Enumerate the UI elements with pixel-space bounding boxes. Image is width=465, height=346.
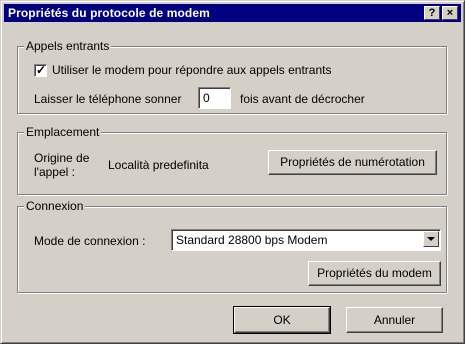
cancel-button[interactable]: Annuler bbox=[346, 307, 443, 333]
call-origin-value: Località predefinita bbox=[108, 158, 209, 172]
title-bar[interactable]: Propriétés du protocole de modem ? × bbox=[4, 4, 461, 22]
rings-label-after: fois avant de décrocher bbox=[240, 92, 365, 106]
connection-mode-label: Mode de connexion : bbox=[34, 234, 146, 248]
ok-button[interactable]: OK bbox=[233, 306, 331, 334]
window-title: Propriétés du protocole de modem bbox=[8, 6, 210, 20]
connection-mode-dropdown[interactable]: Standard 28800 bps Modem bbox=[171, 229, 441, 251]
call-origin-label-line1: Origine de bbox=[34, 151, 90, 165]
call-origin-label-line2: l'appel : bbox=[34, 165, 75, 179]
dialing-properties-button[interactable]: Propriétés de numérotation bbox=[268, 150, 437, 175]
connection-mode-value: Standard 28800 bps Modem bbox=[176, 233, 328, 247]
rings-count-input[interactable]: 0 bbox=[198, 87, 231, 109]
answer-calls-checkbox[interactable]: ✓ bbox=[34, 63, 47, 77]
checkmark-icon: ✓ bbox=[36, 63, 47, 77]
answer-calls-label[interactable]: Utiliser le modem pour répondre aux appe… bbox=[52, 63, 331, 77]
rings-label-before: Laisser le téléphone sonner bbox=[34, 92, 182, 106]
location-group: Emplacement Origine de l'appel : Localit… bbox=[17, 125, 447, 195]
close-button[interactable]: × bbox=[442, 6, 458, 20]
location-legend: Emplacement bbox=[24, 125, 102, 139]
connection-group: Connexion Mode de connexion : Standard 2… bbox=[17, 199, 447, 293]
connection-legend: Connexion bbox=[24, 199, 86, 213]
incoming-calls-legend: Appels entrants bbox=[24, 39, 112, 53]
incoming-calls-group: Appels entrants ✓ Utiliser le modem pour… bbox=[17, 39, 447, 114]
modem-properties-button[interactable]: Propriétés du modem bbox=[308, 261, 441, 286]
chevron-down-icon[interactable] bbox=[423, 231, 439, 247]
help-button[interactable]: ? bbox=[424, 6, 440, 20]
dialog-window: Propriétés du protocole de modem ? × App… bbox=[0, 0, 465, 344]
